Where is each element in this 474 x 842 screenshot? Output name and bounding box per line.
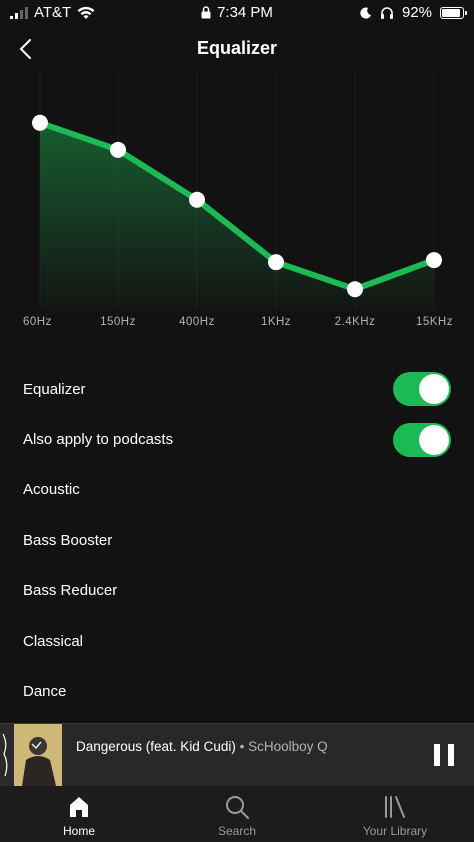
eq-band-label: 150Hz <box>100 316 136 328</box>
preset-label: Classical <box>23 632 84 650</box>
preset-label: Bass Reducer <box>23 582 118 600</box>
album-art[interactable] <box>0 724 62 786</box>
battery-icon <box>440 6 467 19</box>
eq-band-label: 400Hz <box>179 316 215 328</box>
track-info[interactable]: Dangerous (feat. Kid Cudi) • ScHoolboy Q <box>76 739 328 754</box>
track-artist: ScHoolboy Q <box>248 739 328 754</box>
tab-your-library[interactable]: Your Library <box>316 786 474 842</box>
library-icon <box>385 796 405 818</box>
home-icon <box>70 797 88 817</box>
tab-label: Your Library <box>362 824 428 838</box>
battery-percent: 92% <box>401 4 432 21</box>
preset-dance[interactable]: Dance <box>0 666 474 716</box>
tab-search[interactable]: Search <box>158 786 316 842</box>
eq-band-knob-2-4khz[interactable] <box>347 281 363 298</box>
podcasts-toggle-row[interactable]: Also apply to podcasts <box>0 414 474 464</box>
equalizer-graph[interactable]: 60Hz 150Hz 400Hz 1KHz 2.4KHz 15KHz <box>0 72 474 342</box>
eq-band-label: 1KHz <box>261 316 291 328</box>
pause-button[interactable] <box>434 744 454 766</box>
eq-band-label: 60Hz <box>23 316 52 328</box>
nav-header: Equalizer <box>0 26 474 72</box>
tab-label: Search <box>217 824 257 838</box>
eq-band-label: 2.4KHz <box>335 316 376 328</box>
preset-classical[interactable]: Classical <box>0 616 474 666</box>
clock: 7:34 PM <box>217 4 273 21</box>
lock-icon <box>201 6 211 19</box>
preset-label: Acoustic <box>23 481 80 499</box>
eq-band-knob-400hz[interactable] <box>189 191 205 208</box>
preset-bass-booster[interactable]: Bass Booster <box>0 515 474 565</box>
equalizer-toggle-row[interactable]: Equalizer <box>0 364 474 414</box>
moon-icon <box>360 7 371 19</box>
preset-label: Bass Booster <box>23 531 113 549</box>
page-title: Equalizer <box>196 38 278 58</box>
preset-label: Dance <box>23 683 67 701</box>
eq-band-knob-60hz[interactable] <box>32 114 48 131</box>
tab-label: Home <box>62 824 95 838</box>
track-title: Dangerous (feat. Kid Cudi) <box>76 739 236 754</box>
tab-bar: Home Search Your Library <box>0 786 474 842</box>
podcasts-toggle-label: Also apply to podcasts <box>23 431 174 449</box>
equalizer-toggle[interactable] <box>393 372 451 407</box>
search-icon <box>226 796 249 819</box>
tab-home[interactable]: Home <box>0 786 158 842</box>
mini-player[interactable]: Dangerous (feat. Kid Cudi) • ScHoolboy Q <box>0 723 474 786</box>
status-bar: AT&T 7:34 PM 92% <box>0 0 474 26</box>
headphones-icon <box>380 7 393 19</box>
eq-band-knob-1khz[interactable] <box>268 254 284 271</box>
equalizer-toggle-label: Equalizer <box>23 380 86 398</box>
podcasts-toggle[interactable] <box>393 422 451 457</box>
eq-band-label: 15KHz <box>416 316 453 328</box>
eq-band-knob-150hz[interactable] <box>110 141 126 158</box>
preset-bass-reducer[interactable]: Bass Reducer <box>0 566 474 616</box>
eq-band-knob-15khz[interactable] <box>426 252 442 269</box>
settings-list: Equalizer Also apply to podcasts Acousti… <box>0 364 474 717</box>
preset-acoustic[interactable]: Acoustic <box>0 465 474 515</box>
track-separator: • <box>239 739 245 754</box>
